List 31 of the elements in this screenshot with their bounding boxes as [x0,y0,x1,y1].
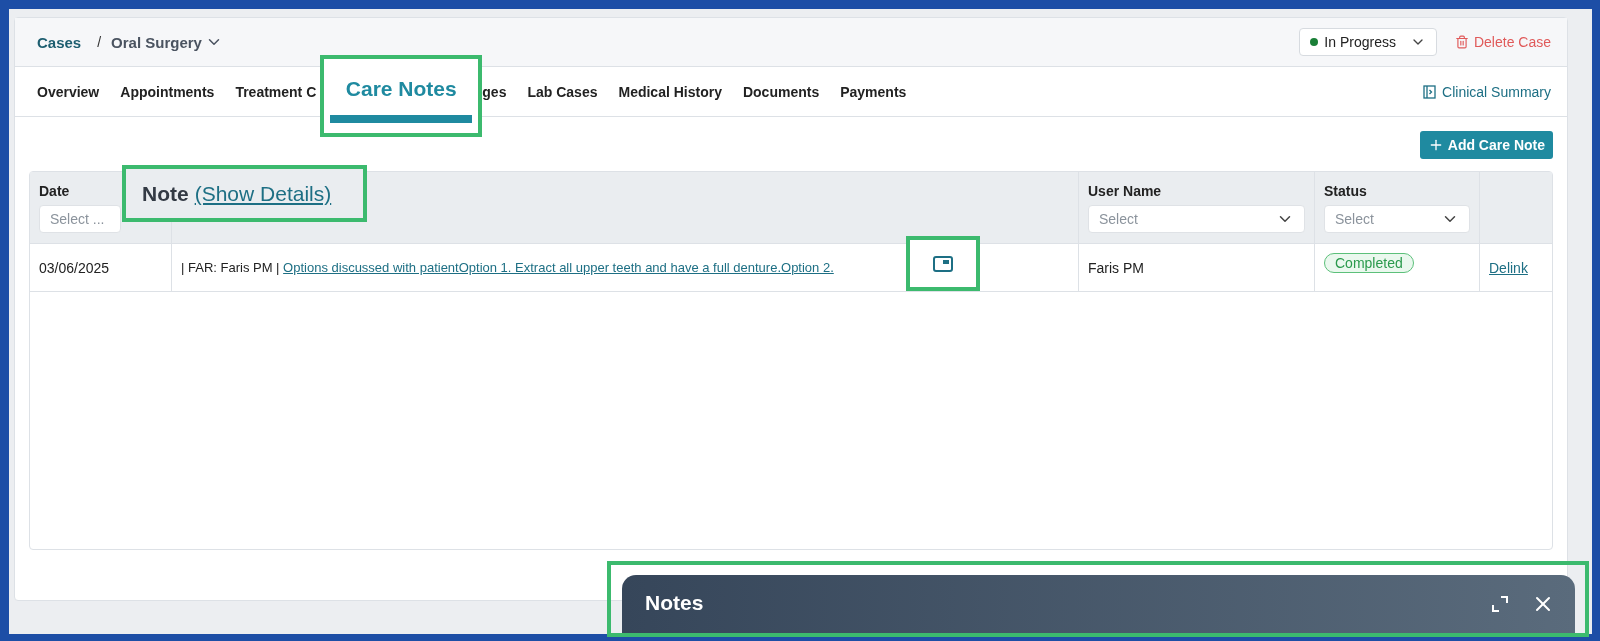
tab[interactable]: Treatment C [235,83,317,100]
tab[interactable]: Appointments [120,83,215,100]
table-cell-text: Faris PM [1088,259,1145,276]
panel-title: Notes [645,591,705,615]
clinical-summary-link[interactable]: Clinical Summary [1423,83,1551,100]
tab[interactable]: ges [482,83,507,100]
tab[interactable]: Care Notes [330,76,473,123]
window-icon[interactable] [933,255,953,272]
delink-link[interactable]: Delink [1489,259,1543,276]
column-header: User Name [1088,182,1163,199]
add-care-note-button[interactable]: Add Care Note [1419,131,1553,159]
tab[interactable]: Medical History [618,83,722,100]
note-text: | FAR: Faris PM | Options discussed with patientOption 1. Extract all upper teeth and have a full denture.Option 2. [181,260,834,275]
trash-icon[interactable] [1454,35,1469,49]
breadcrumb-link[interactable]: Cases [37,33,82,51]
note-link[interactable]: Options discussed with patientOption 1. Extract all upper teeth and have a full denture.Option 2. [283,260,834,275]
tab[interactable]: Payments [840,83,907,100]
status-select[interactable]: In Progress [1299,28,1437,56]
expand-icon[interactable] [1491,595,1509,613]
panel-icon [1423,84,1437,99]
show-details-link[interactable]: (Show Details) [194,181,332,206]
breadcrumb-current: Oral Surgery [111,33,202,51]
tab[interactable]: Lab Cases [527,83,598,100]
breadcrumb-separator: / [97,34,102,50]
table-cell-text: 03/06/2025 [39,259,111,276]
tab[interactable]: Overview [37,83,100,100]
tab[interactable]: Documents [742,83,820,100]
status-badge: Completed [1324,252,1414,273]
column-header: Status [1324,182,1368,199]
column-header: Note [142,181,189,206]
delete-button[interactable]: Delete Case [1454,34,1551,50]
